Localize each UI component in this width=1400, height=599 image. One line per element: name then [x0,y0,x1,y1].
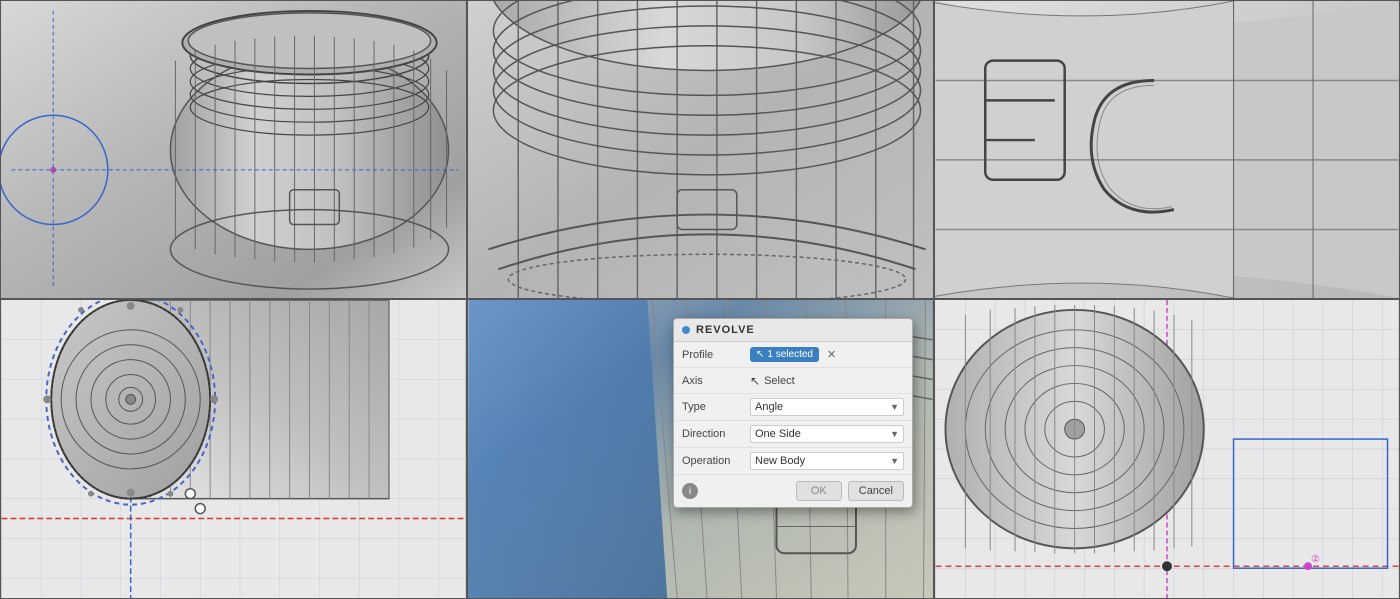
type-dropdown-text: Angle [755,401,783,413]
operation-dropdown-text: New Body [755,455,805,467]
viewport-top-center[interactable] [467,0,934,299]
axis-select-text: Select [764,375,795,387]
axis-value: ↖ Select [750,374,904,388]
svg-text:②: ② [1311,554,1320,565]
dialog-row-axis: Axis ↖ Select [674,368,912,394]
dialog-title: REVOLVE [696,324,755,336]
viewport-top-right[interactable] [934,0,1400,299]
viewport-bottom-right[interactable]: ② [934,299,1400,599]
dialog-title-bar: REVOLVE [674,319,912,342]
profile-value: ↖ 1 selected ✕ [750,347,904,362]
operation-dropdown[interactable]: New Body ▼ [750,452,904,470]
dialog-row-type: Type Angle ▼ [674,394,912,421]
profile-label: Profile [682,349,750,361]
viewport-bottom-center[interactable]: REVOLVE Profile ↖ 1 selected ✕ Axis ↖ [467,299,934,599]
profile-clear-button[interactable]: ✕ [827,348,836,361]
dialog-row-direction: Direction One Side ▼ [674,421,912,448]
main-grid: REVOLVE Profile ↖ 1 selected ✕ Axis ↖ [0,0,1400,599]
dialog-buttons: OK Cancel [796,481,904,501]
dialog-footer: i OK Cancel [674,475,912,507]
profile-selected-badge[interactable]: ↖ 1 selected [750,347,819,362]
operation-label: Operation [682,455,750,467]
dialog-row-operation: Operation New Body ▼ [674,448,912,475]
operation-value: New Body ▼ [750,452,904,470]
axis-select-button[interactable]: ↖ Select [750,374,795,388]
type-dropdown-arrow: ▼ [890,402,899,412]
type-dropdown[interactable]: Angle ▼ [750,398,904,416]
profile-badge-text: 1 selected [767,349,813,360]
axis-label: Axis [682,375,750,387]
ok-button[interactable]: OK [796,481,842,501]
viewport-top-left[interactable] [0,0,467,299]
operation-dropdown-arrow: ▼ [890,456,899,466]
dialog-dot-icon [682,326,690,334]
direction-label: Direction [682,428,750,440]
viewport-bottom-left[interactable] [0,299,467,599]
info-button[interactable]: i [682,483,698,499]
cursor-icon: ↖ [756,349,764,360]
direction-dropdown-arrow: ▼ [890,429,899,439]
revolve-dialog: REVOLVE Profile ↖ 1 selected ✕ Axis ↖ [673,318,913,508]
cancel-button[interactable]: Cancel [848,481,904,501]
cursor-select-icon: ↖ [750,374,760,388]
dialog-row-profile: Profile ↖ 1 selected ✕ [674,342,912,368]
type-value: Angle ▼ [750,398,904,416]
type-label: Type [682,401,750,413]
direction-dropdown[interactable]: One Side ▼ [750,425,904,443]
direction-dropdown-text: One Side [755,428,801,440]
direction-value: One Side ▼ [750,425,904,443]
